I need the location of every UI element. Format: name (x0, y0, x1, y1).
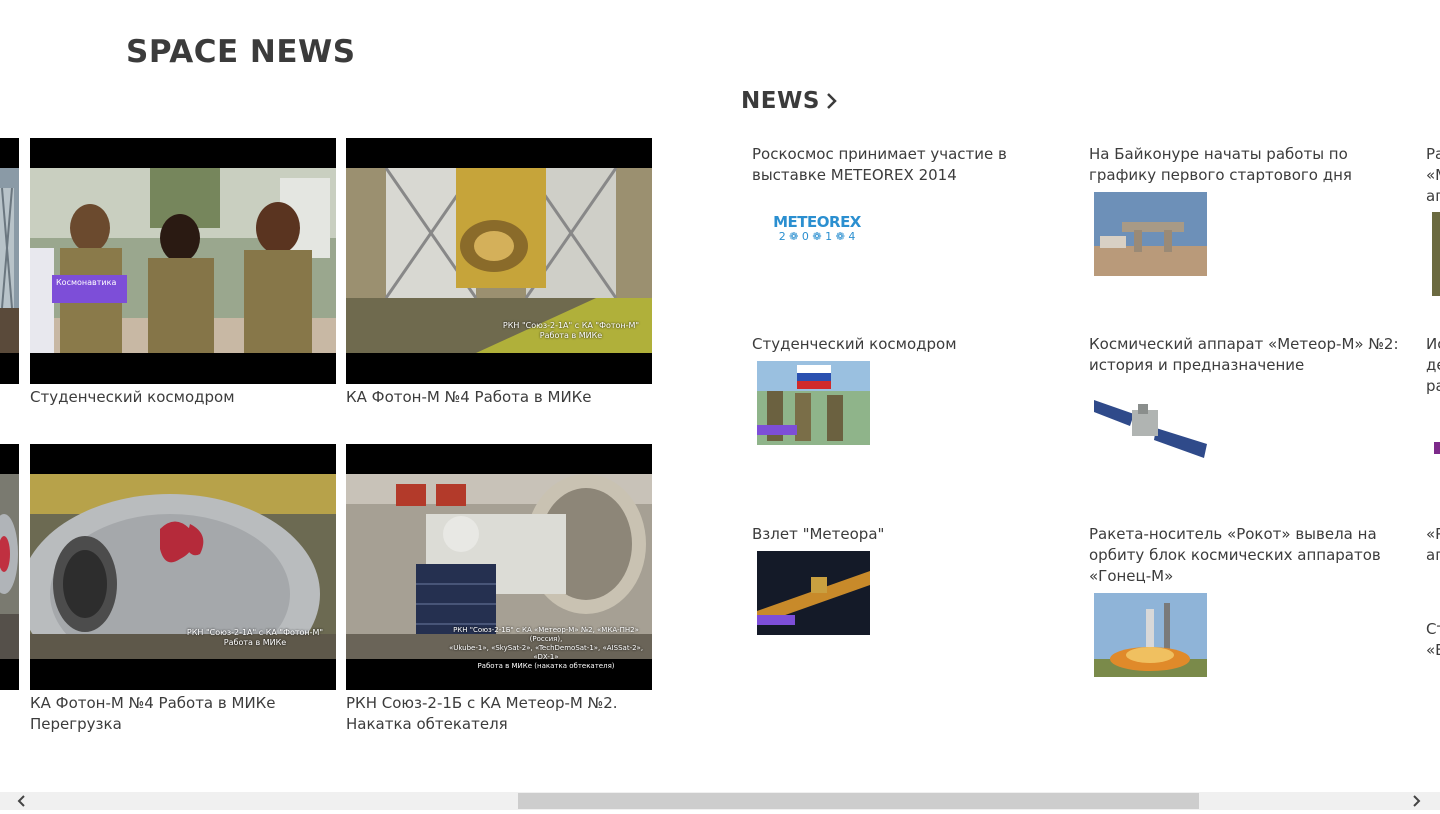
cut-line: «Р (1426, 525, 1440, 543)
arrow-right-icon (1413, 795, 1421, 807)
news-thumbnail-partial (1432, 212, 1440, 296)
video-tile[interactable]: РКН "Союз-2-1А" с КА "Фотон-М" Работа в М… (30, 444, 336, 735)
scroll-right-button[interactable] (1408, 792, 1426, 810)
news-item-partial-title[interactable]: Ис де ра (1426, 334, 1440, 397)
news-thumbnail-image (1094, 593, 1207, 677)
news-item[interactable]: На Байконуре начаты работы по графику пе… (1089, 144, 1409, 276)
news-title: Взлет "Метеора" (752, 525, 885, 543)
video-thumbnail: Космонавтика (30, 138, 336, 384)
video-thumbnail: РКН "Союз-2-1Б" с КА «Метеор-М» №2, «МКА… (346, 444, 652, 690)
news-thumbnail-image (1094, 382, 1207, 466)
video-overlay-label: Космонавтика (52, 275, 127, 303)
video-overlay-text: РКН "Союз-2-1А" с КА "Фотон-М" Работа в М… (186, 628, 324, 647)
news-thumbnail-image (757, 361, 870, 445)
cut-line: ра (1426, 377, 1440, 395)
video-overlay-text: РКН "Союз-2-1Б" с КА «Метеор-М» №2, «МКА… (448, 626, 644, 670)
news-thumbnail-image (1094, 192, 1207, 276)
cut-line: Ра (1426, 145, 1440, 163)
video-tile-partial[interactable] (0, 138, 19, 384)
cut-line: Ис (1426, 335, 1440, 353)
cut-line: Ст (1426, 620, 1440, 638)
meteorex-logo-text: METEOREX (773, 213, 861, 231)
news-thumbnail-partial (1432, 436, 1440, 456)
news-thumbnail (757, 551, 870, 635)
arrow-left-icon (17, 795, 25, 807)
news-title: Студенческий космодром (752, 335, 957, 353)
video-overlay-text: РКН "Союз-2-1А" с КА "Фотон-М" Работа в М… (502, 321, 640, 340)
news-thumbnail: METEOREX 2 ❁ 0 ❁ 1 ❁ 4 (757, 192, 870, 276)
cut-line: ап (1426, 187, 1440, 205)
video-thumbnail-partial (0, 168, 19, 353)
video-tile[interactable]: РКН "Союз-2-1Б" с КА «Метеор-М» №2, «МКА… (346, 444, 652, 735)
cut-line: «Б (1426, 641, 1440, 659)
meteorex-logo-year: 2 ❁ 0 ❁ 1 ❁ 4 (778, 230, 856, 243)
news-section-header[interactable]: NEWS (741, 88, 838, 114)
cut-line: «М (1426, 166, 1440, 184)
video-caption: КА Фотон-М №4 Работа в МИКе Перегрузка (30, 694, 276, 733)
video-caption: РКН Союз-2-1Б с КА Метеор-М №2. Накатка … (346, 694, 618, 733)
news-title: Роскосмос принимает участие в выставке M… (752, 145, 1007, 184)
news-item[interactable]: Взлет "Метеора" (752, 524, 1072, 635)
news-title: Космический аппарат «Метеор-М» №2: истор… (1089, 335, 1399, 374)
video-thumbnail: РКН "Союз-2-1А" с КА "Фотон-М" Работа в М… (30, 444, 336, 690)
news-item[interactable]: Космический аппарат «Метеор-М» №2: истор… (1089, 334, 1409, 466)
news-thumbnail-partial-mark (1434, 442, 1440, 454)
news-header-label: NEWS (741, 88, 820, 114)
scroll-left-button[interactable] (12, 792, 30, 810)
news-title: На Байконуре начаты работы по графику пе… (1089, 145, 1352, 184)
video-caption: Студенческий космодром (30, 388, 235, 406)
scrollbar-thumb[interactable] (518, 793, 1199, 809)
video-tile[interactable]: Космонавтика Студенческий космодром (30, 138, 336, 408)
video-tile[interactable]: РКН "Союз-2-1А" с КА "Фотон-М" Работа в М… (346, 138, 652, 408)
news-item[interactable]: Ракета-носитель «Рокот» вывела на орбиту… (1089, 524, 1409, 677)
app-title: SPACE NEWS (126, 34, 356, 70)
meteorex-logo: METEOREX 2 ❁ 0 ❁ 1 ❁ 4 (767, 214, 867, 244)
chevron-right-icon (827, 93, 837, 109)
news-thumbnail-image (757, 551, 870, 635)
news-title: Ракета-носитель «Рокот» вывела на орбиту… (1089, 525, 1381, 585)
news-item[interactable]: Студенческий космодром (752, 334, 1072, 445)
news-item-partial-title[interactable]: Ст «Б (1426, 619, 1440, 661)
video-caption: КА Фотон-М №4 Работа в МИКе (346, 388, 592, 406)
video-thumbnail: РКН "Союз-2-1А" с КА "Фотон-М" Работа в М… (346, 138, 652, 384)
video-tile-partial[interactable] (0, 444, 19, 690)
news-thumbnail (1094, 593, 1207, 677)
news-thumbnail (757, 361, 870, 445)
news-thumbnail (1094, 192, 1207, 276)
video-frame-image (30, 168, 336, 353)
news-item-partial-title[interactable]: Ра «М ап (1426, 144, 1440, 207)
cut-line: ап (1426, 546, 1440, 564)
news-item[interactable]: Роскосмос принимает участие в выставке M… (752, 144, 1072, 276)
news-item-partial-title[interactable]: «Р ап (1426, 524, 1440, 566)
cut-line: де (1426, 356, 1440, 374)
horizontal-scrollbar[interactable] (0, 792, 1440, 810)
video-thumbnail-partial (0, 474, 19, 659)
news-thumbnail (1094, 382, 1207, 466)
